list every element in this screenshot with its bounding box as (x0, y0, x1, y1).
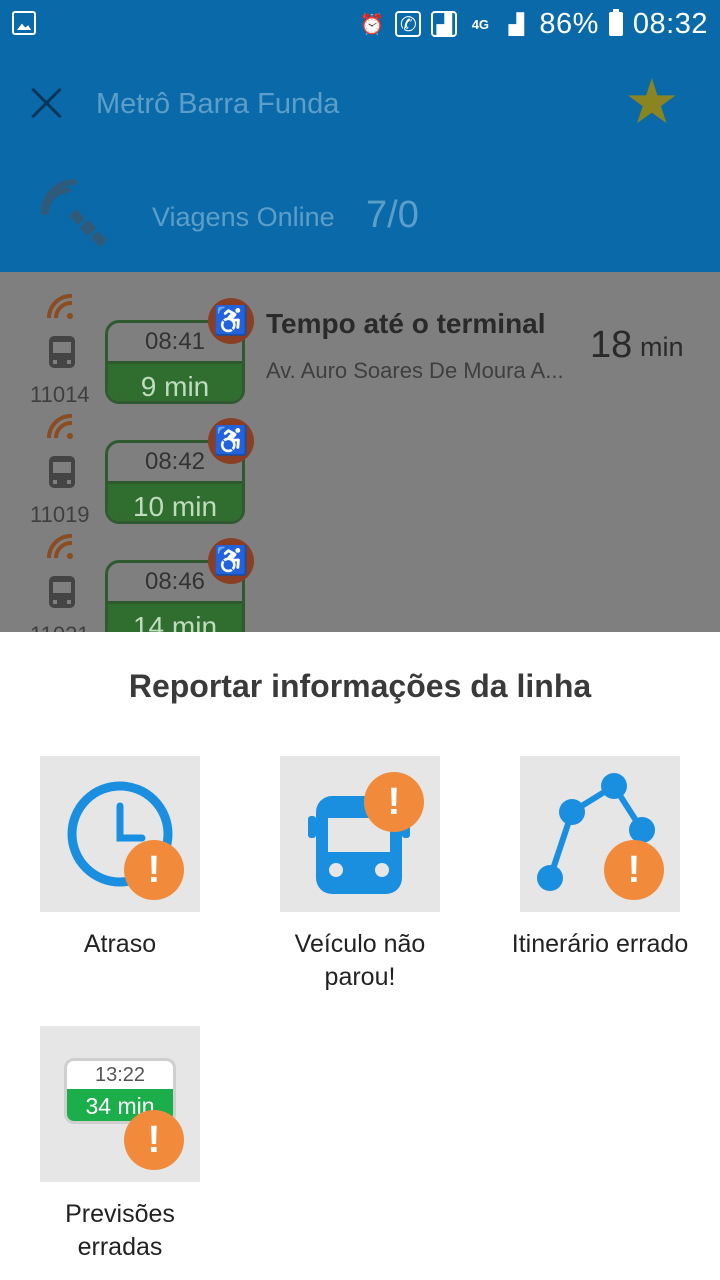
status-icons: ⏰ ✆ ▟ 4G ▟ 86% 08:32 (359, 0, 708, 48)
no-stop-label-line1: Veículo não (294, 930, 426, 958)
live-signal-icon (46, 413, 73, 439)
route-label: Itinerário errado (511, 930, 689, 958)
trip-row[interactable]: 11021 08:46 14 min ♿ (0, 512, 720, 632)
phone-icon: ✆ (395, 11, 422, 37)
report-route-option[interactable]: ! Itinerário errado (480, 756, 720, 996)
delay-label: Atraso (83, 930, 157, 958)
report-delay-option[interactable]: ! Atraso (0, 756, 240, 996)
sheet-title: Reportar informações da linha (128, 668, 592, 704)
delay-tile[interactable]: ! (40, 756, 200, 912)
warning-icon: ! (364, 772, 424, 832)
forecast-label: Previsões erradas (0, 1198, 240, 1264)
warning-icon: ! (124, 1110, 184, 1170)
warning-icon: ! (124, 840, 184, 900)
status-bar: ⏰ ✆ ▟ 4G ▟ 86% 08:32 (0, 0, 720, 48)
forecast-label-line1: Previsões (65, 1200, 175, 1228)
terminal-minutes: 18 (590, 324, 633, 366)
battery-percent: 86% (539, 7, 599, 40)
trip-row[interactable]: 11014 08:41 9 min ♿ Tempo até o terminal… (0, 272, 720, 407)
online-trips-count: 7/0 (366, 194, 419, 236)
page-title: Metrô Barra Funda (96, 88, 340, 120)
wheelchair-icon: ♿ (208, 538, 254, 584)
bus-icon (49, 576, 75, 608)
live-signal-icon (46, 293, 73, 319)
close-icon[interactable] (30, 86, 64, 120)
wheelchair-icon: ♿ (208, 418, 254, 464)
forecast-label-line2: erradas (77, 1233, 163, 1261)
no-stop-tile[interactable]: ! (280, 756, 440, 912)
route-tile[interactable]: ! (520, 756, 680, 912)
bus-front-icon (308, 796, 410, 894)
no-stop-label-line2: parou! (324, 963, 396, 991)
app-bar: Metrô Barra Funda ★ Viagens Online 7/0 (0, 48, 720, 272)
signal-icon: ▟ (508, 13, 525, 36)
forecast-tile[interactable]: 13:22 34 min ! (40, 1026, 200, 1182)
wheelchair-icon: ♿ (208, 298, 254, 344)
clock: 08:32 (632, 7, 708, 40)
bus-number: 11021 (30, 622, 90, 632)
wifi-calling-icon: ▟ (431, 11, 458, 37)
online-trips-label: Viagens Online (152, 202, 335, 232)
report-no-stop-option[interactable]: ! Veículo não parou! (240, 756, 480, 996)
terminal-minutes-unit: min (640, 332, 684, 362)
forecast-card-clock: 13:22 (94, 1064, 146, 1086)
bus-icon (49, 456, 75, 488)
arrival-eta: 14 min (108, 601, 242, 632)
battery-icon (608, 9, 623, 36)
no-stop-label: Veículo não parou! (240, 928, 480, 994)
live-signal-icon (46, 533, 73, 559)
gallery-notification-icon (12, 11, 36, 35)
bus-icon (49, 336, 75, 368)
trip-list: 11014 08:41 9 min ♿ Tempo até o terminal… (0, 272, 720, 632)
terminal-address: Av. Auro Soares De Moura A... (266, 358, 564, 383)
report-forecast-option[interactable]: 13:22 34 min ! Previsões erradas (0, 1026, 240, 1266)
satellite-icon (41, 179, 108, 248)
network-type-icon: 4G (471, 16, 490, 32)
terminal-time-title: Tempo até o terminal (266, 308, 546, 339)
alarm-icon: ⏰ (359, 13, 385, 36)
report-bottom-sheet: Reportar informações da linha ! Atraso ! (0, 632, 720, 1280)
trip-row[interactable]: 11019 08:42 10 min ♿ (0, 392, 720, 527)
favorite-star-icon[interactable]: ★ (624, 72, 686, 134)
warning-icon: ! (604, 840, 664, 900)
